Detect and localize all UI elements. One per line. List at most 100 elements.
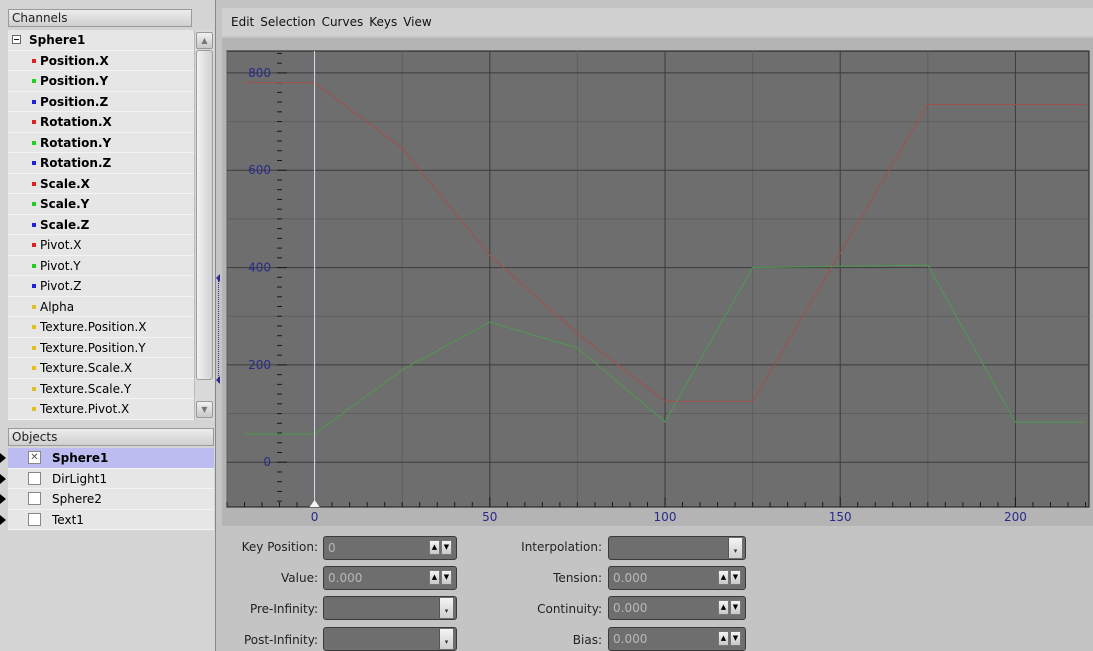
channel-color-swatch: [32, 222, 36, 227]
objects-header: Objects: [8, 428, 214, 446]
channel-item[interactable]: Pivot.X: [8, 235, 194, 256]
dropdown-arrow-icon[interactable]: ▾: [728, 538, 742, 558]
menu-keys[interactable]: Keys: [368, 15, 402, 29]
object-item[interactable]: DirLight1: [0, 468, 214, 489]
spin-down-icon[interactable]: ▼: [730, 570, 741, 585]
left-panel: Channels − Sphere1 Position.X Position.Y Po…: [0, 0, 216, 651]
channel-item[interactable]: Scale.Y: [8, 194, 194, 215]
channel-item[interactable]: Texture.Position.X: [8, 317, 194, 338]
channel-item-label: Rotation.Z: [40, 156, 112, 170]
expand-arrow-icon[interactable]: [0, 473, 6, 484]
object-item[interactable]: ✕ Sphere1: [0, 448, 214, 469]
visibility-checkbox[interactable]: [28, 492, 41, 505]
visibility-checkbox[interactable]: [28, 471, 41, 485]
channel-item[interactable]: Scale.X: [8, 173, 194, 194]
object-item-label: Sphere2: [52, 492, 102, 506]
channel-item[interactable]: Pivot.Y: [8, 255, 194, 276]
menu-curves[interactable]: Curves: [321, 15, 369, 29]
continuity-spinner[interactable]: ▲ ▼: [718, 600, 742, 617]
channel-item-label: Texture.Scale.Y: [40, 381, 132, 396]
channel-item[interactable]: Texture.Scale.Y: [8, 378, 194, 399]
visibility-checkbox[interactable]: [28, 512, 41, 526]
channel-item[interactable]: Rotation.Z: [8, 153, 194, 174]
spin-down-icon[interactable]: ▼: [730, 600, 741, 615]
tension-label: Tension:: [553, 571, 602, 585]
channel-item[interactable]: Scale.Z: [8, 214, 194, 235]
dropdown-arrow-icon[interactable]: ▾: [439, 629, 453, 649]
expand-arrow-icon[interactable]: [0, 514, 6, 525]
channel-item-label: Pivot.Y: [40, 258, 81, 273]
value-label: Value:: [281, 571, 318, 585]
bias-field[interactable]: 0.000 ▲ ▼: [608, 627, 746, 651]
channel-item[interactable]: Position.X: [8, 50, 194, 71]
channel-item-label: Texture.Position.X: [40, 320, 147, 334]
scroll-down-icon[interactable]: ▼: [196, 401, 213, 418]
scroll-up-icon[interactable]: ▲: [196, 32, 213, 49]
channel-root[interactable]: − Sphere1: [8, 30, 194, 51]
channels-scrollbar[interactable]: ▲ ▼: [194, 30, 214, 420]
menu-view[interactable]: View: [402, 15, 436, 29]
spin-up-icon[interactable]: ▲: [718, 570, 729, 585]
channel-color-swatch: [32, 99, 36, 104]
channel-item-label: Scale.Y: [40, 197, 90, 211]
collapse-icon[interactable]: −: [12, 35, 21, 44]
curve-editor-graph[interactable]: 0 50 100 150 200 800 600 400 200 0: [222, 38, 1093, 526]
spin-up-icon[interactable]: ▲: [429, 570, 440, 585]
scrollbar-thumb[interactable]: [196, 50, 213, 380]
pre-infinity-label: Pre-Infinity:: [249, 602, 318, 616]
channel-item[interactable]: Texture.Position.Y: [8, 337, 194, 358]
channel-item-label: Position.Z: [40, 94, 109, 109]
channel-item-label: Pivot.X: [40, 238, 82, 252]
splitter-arrow-icon: [216, 376, 220, 384]
channel-color-swatch: [32, 345, 36, 350]
key-position-label: Key Position:: [241, 540, 318, 554]
object-item[interactable]: Text1: [0, 509, 214, 530]
bias-spinner[interactable]: ▲ ▼: [718, 631, 742, 648]
x-tick-label: 100: [654, 510, 677, 524]
pre-infinity-dropdown[interactable]: ▾: [323, 596, 457, 620]
y-tick-label: 200: [248, 358, 271, 372]
key-position-spinner[interactable]: ▲ ▼: [429, 540, 453, 557]
channel-item[interactable]: Rotation.Y: [8, 132, 194, 153]
continuity-value: 0.000: [613, 601, 648, 615]
spin-up-icon[interactable]: ▲: [429, 540, 440, 555]
value-spinner[interactable]: ▲ ▼: [429, 570, 453, 587]
expand-arrow-icon[interactable]: [0, 453, 6, 463]
tension-spinner[interactable]: ▲ ▼: [718, 570, 742, 587]
tension-field[interactable]: 0.000 ▲ ▼: [608, 566, 746, 590]
channel-item[interactable]: Position.Y: [8, 71, 194, 92]
channel-item[interactable]: Texture.Pivot.X: [8, 399, 194, 420]
channel-item-label: Texture.Position.Y: [40, 340, 146, 355]
channel-color-swatch: [32, 79, 36, 83]
spin-down-icon[interactable]: ▼: [730, 631, 741, 646]
channel-item[interactable]: Texture.Scale.X: [8, 358, 194, 379]
continuity-label: Continuity:: [537, 602, 602, 616]
visibility-checkbox[interactable]: ✕: [28, 451, 41, 464]
spin-up-icon[interactable]: ▲: [718, 600, 729, 615]
spin-up-icon[interactable]: ▲: [718, 631, 729, 646]
channel-item[interactable]: Rotation.X: [8, 112, 194, 133]
channel-item-label: Scale.Z: [40, 217, 90, 232]
continuity-field[interactable]: 0.000 ▲ ▼: [608, 596, 746, 620]
interpolation-dropdown[interactable]: ▾: [608, 536, 746, 560]
menu-edit[interactable]: Edit: [230, 15, 259, 29]
menu-selection[interactable]: Selection: [259, 15, 320, 29]
menu-bar: Edit Selection Curves Keys View: [222, 8, 1093, 36]
object-item[interactable]: Sphere2: [0, 489, 214, 510]
dropdown-arrow-icon[interactable]: ▾: [439, 598, 453, 618]
spin-down-icon[interactable]: ▼: [441, 570, 452, 585]
channel-color-swatch: [32, 243, 36, 247]
post-infinity-dropdown[interactable]: ▾: [323, 627, 457, 651]
value-field[interactable]: 0.000 ▲ ▼: [323, 566, 457, 590]
splitter-grip: [218, 280, 220, 380]
key-position-field[interactable]: 0 ▲ ▼: [323, 536, 457, 560]
channel-item[interactable]: Alpha: [8, 296, 194, 317]
plot-area[interactable]: [226, 50, 1090, 508]
expand-arrow-icon[interactable]: [0, 494, 6, 504]
channel-item[interactable]: Position.Z: [8, 91, 194, 112]
channel-item[interactable]: Pivot.Z: [8, 276, 194, 297]
key-properties-panel: Key Position: 0 ▲ ▼ Value: 0.000 ▲ ▼ Pre-I…: [222, 526, 1093, 651]
channel-color-swatch: [32, 140, 36, 145]
channel-item-label: Alpha: [40, 299, 75, 314]
spin-down-icon[interactable]: ▼: [441, 540, 452, 555]
